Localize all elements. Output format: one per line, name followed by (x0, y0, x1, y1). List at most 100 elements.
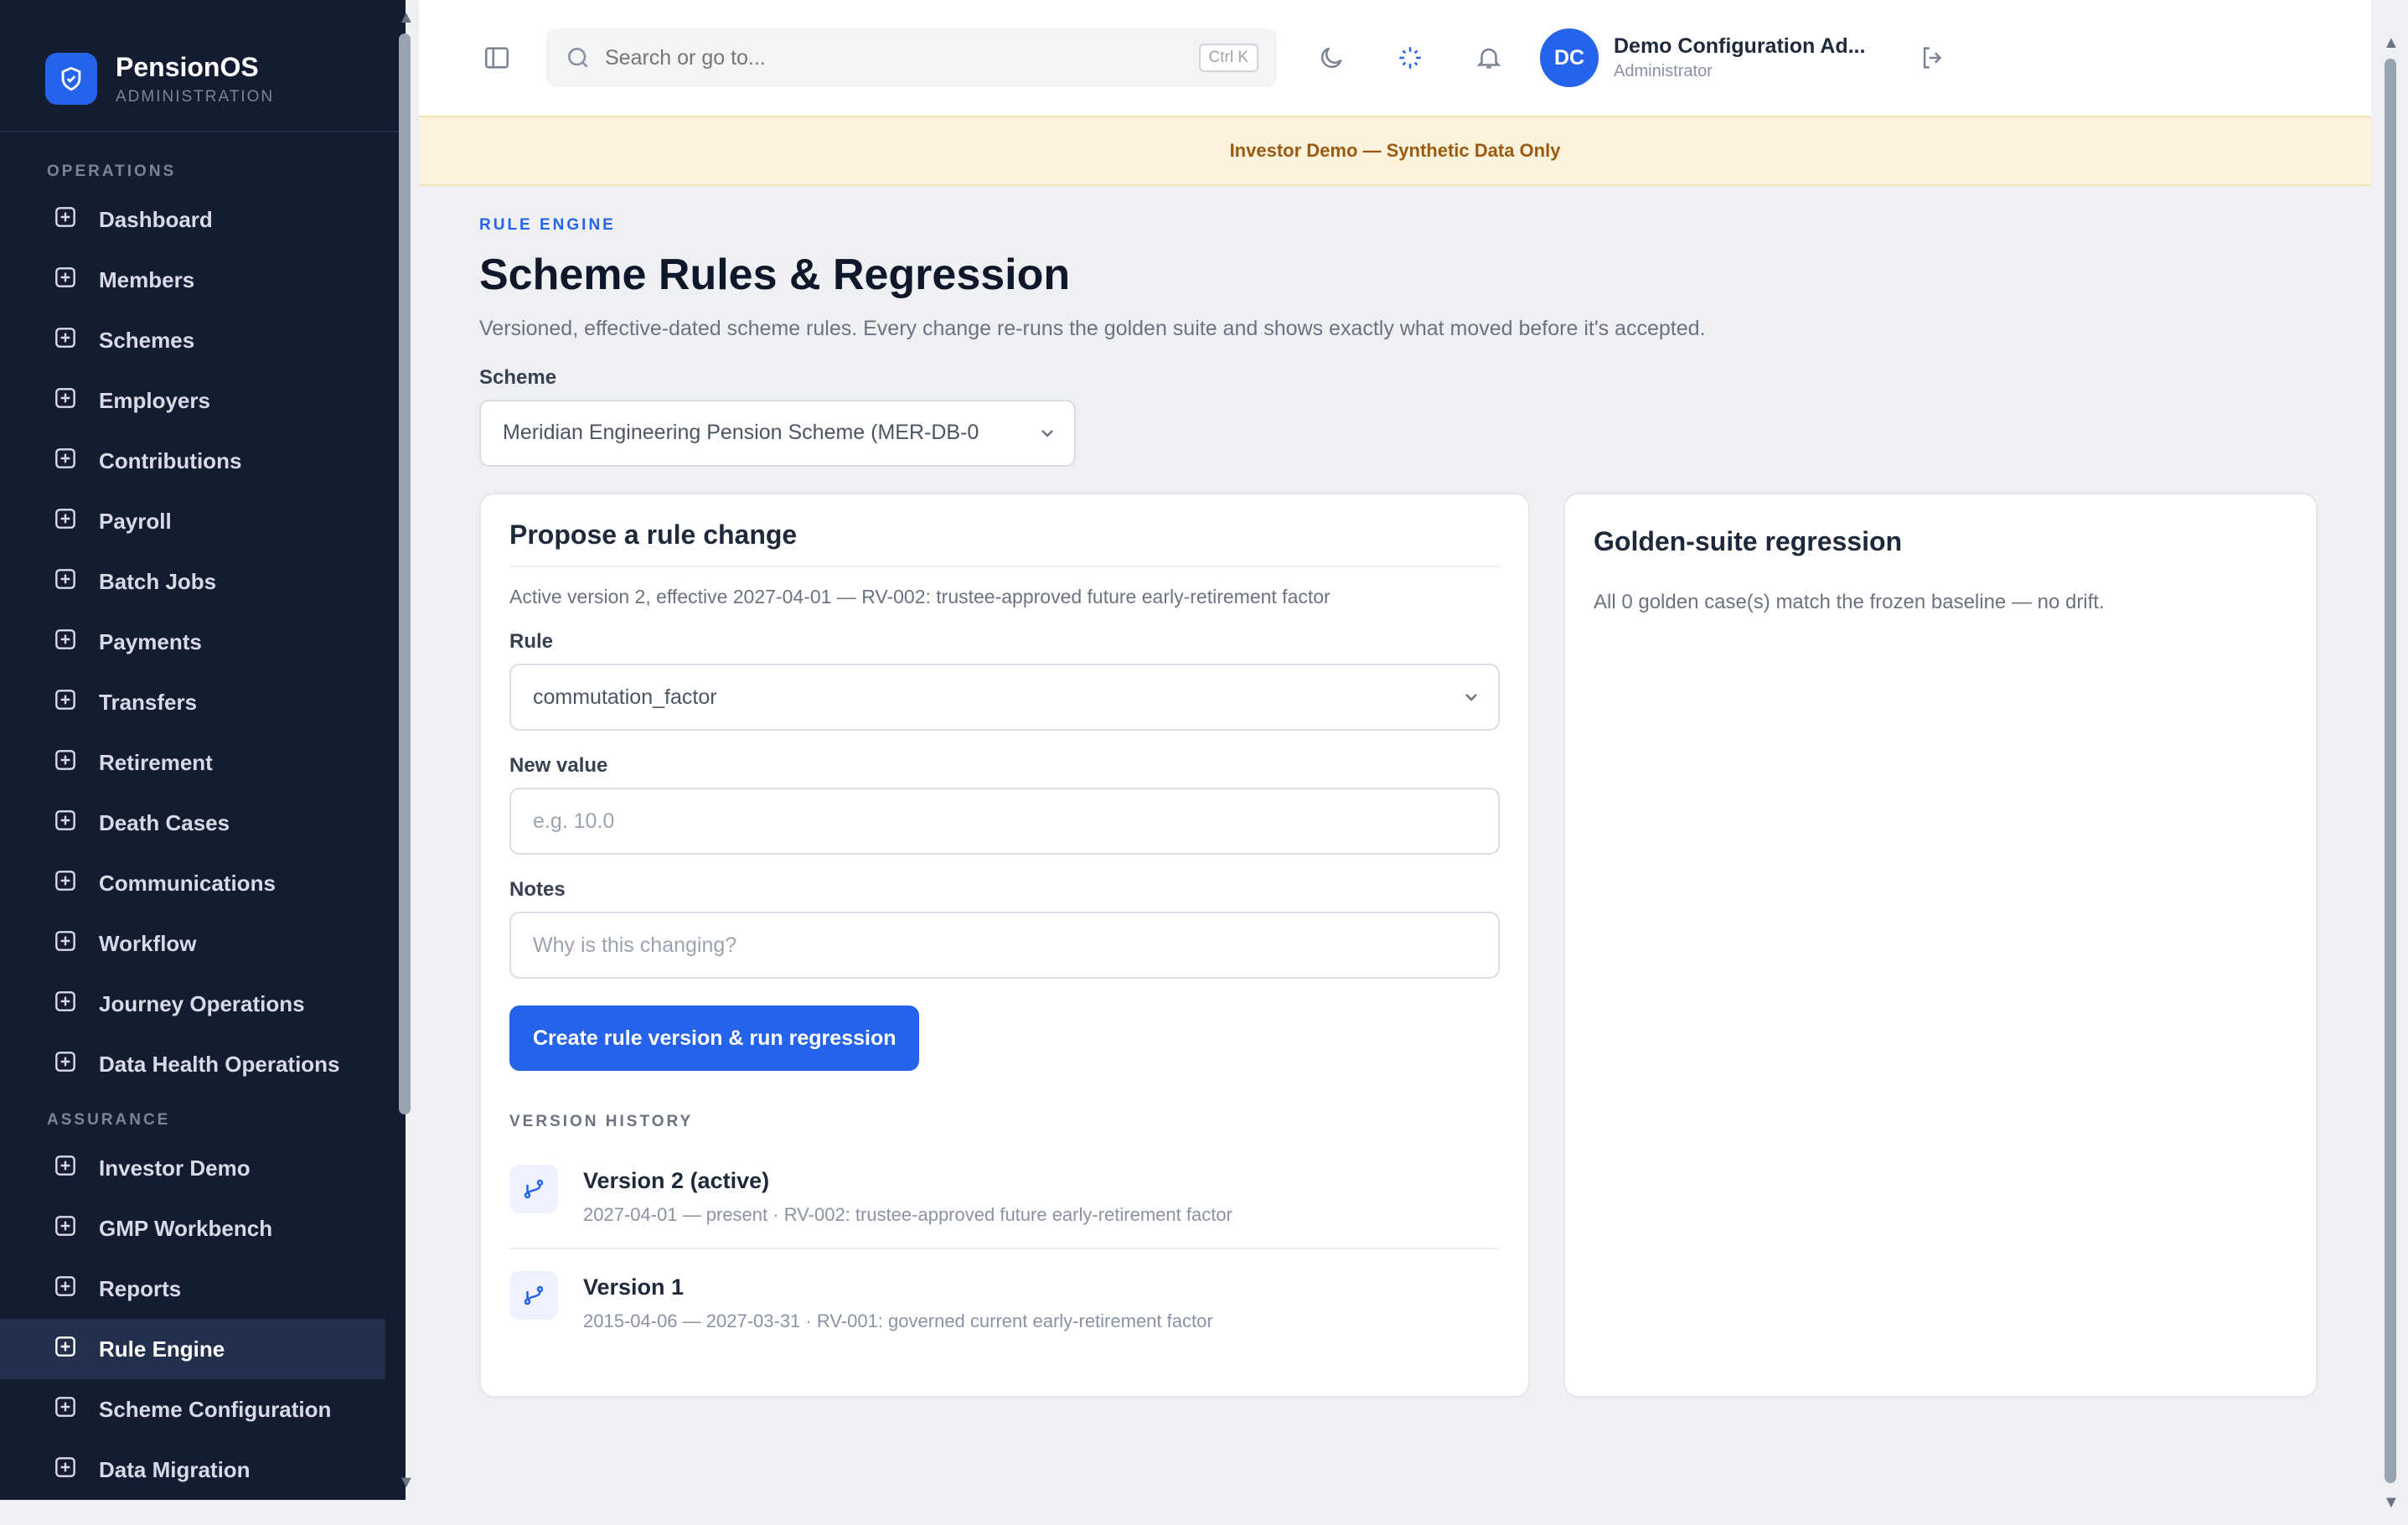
moon-icon[interactable] (1314, 40, 1349, 75)
sidebar-item-payroll[interactable]: Payroll (0, 491, 406, 551)
sidebar-item-label: GMP Workbench (99, 1215, 273, 1241)
activity-icon (52, 988, 79, 1021)
tour-icon[interactable] (1393, 40, 1428, 75)
search-bar[interactable]: Ctrl K (546, 28, 1277, 87)
chevron-down-icon (1465, 694, 1477, 701)
scroll-down-arrow-icon[interactable]: ▼ (2383, 1493, 2400, 1512)
scheme-select[interactable]: Meridian Engineering Pension Scheme (MER… (479, 399, 1076, 467)
propose-title: Propose a rule change (509, 520, 798, 550)
new-value-input[interactable] (509, 788, 1500, 855)
scroll-up-arrow-icon[interactable]: ▲ (398, 8, 415, 28)
sidebar-item-contributions[interactable]: Contributions (0, 431, 406, 491)
user-info[interactable]: Demo Configuration Ad... Administrator (1614, 34, 1865, 81)
search-icon (568, 48, 588, 68)
database-migrate-icon (52, 1454, 79, 1486)
sidebar-item-scheme-configuration[interactable]: Scheme Configuration (0, 1379, 406, 1440)
shield-heart-icon (52, 807, 79, 840)
page-content: RULE ENGINE Scheme Rules & Regression Ve… (419, 186, 2371, 467)
upload-icon (52, 747, 79, 779)
sidebar-item-batch-jobs[interactable]: Batch Jobs (0, 551, 406, 612)
notes-input[interactable] (509, 912, 1500, 979)
coins-icon (52, 445, 79, 478)
search-input[interactable] (605, 45, 1186, 70)
brand-name: PensionOS (116, 51, 259, 82)
golden-status-text: All 0 golden case(s) match the frozen ba… (1594, 591, 2105, 613)
new-value-label: New value (509, 754, 608, 777)
demo-banner: Investor Demo — Synthetic Data Only (419, 116, 2371, 186)
create-version-button[interactable]: Create rule version & run regression (509, 1005, 920, 1071)
sidebar-item-label: Members (99, 266, 195, 292)
sidebar-item-communications[interactable]: Communications (0, 853, 406, 913)
shield-logo-icon (45, 53, 97, 105)
sidebar-item-transfers[interactable]: Transfers (0, 672, 406, 732)
active-version-meta: Active version 2, effective 2027-04-01 —… (509, 586, 1331, 607)
sidebar-item-payments[interactable]: Payments (0, 612, 406, 672)
sidebar-item-death-cases[interactable]: Death Cases (0, 793, 406, 853)
bell-icon[interactable] (1471, 40, 1506, 75)
heart-pulse-icon (52, 1048, 79, 1081)
page-scrollbar[interactable]: ▲ ▼ (2380, 25, 2405, 1512)
sidebar-item-label: Payroll (99, 508, 172, 534)
page-eyebrow: RULE ENGINE (479, 216, 616, 234)
golden-suite-card: Golden-suite regression All 0 golden cas… (1563, 493, 2318, 1398)
dashboard-icon (52, 204, 79, 236)
history-item[interactable]: Version 1 2015-04-06 — 2027-03-31 · RV-0… (509, 1248, 1500, 1354)
git-branch-icon (509, 1165, 558, 1213)
sliders-icon (52, 1393, 79, 1426)
logout-icon[interactable] (1915, 40, 1951, 75)
wallet-icon (52, 626, 79, 659)
brand-subtitle: ADMINISTRATION (116, 87, 275, 106)
receipt-icon (52, 505, 79, 538)
page-description: Versioned, effective-dated scheme rules.… (479, 317, 1706, 340)
history-item[interactable]: Version 2 (active) 2027-04-01 — present … (509, 1143, 1500, 1248)
sidebar-item-data-migration[interactable]: Data Migration (0, 1440, 406, 1500)
user-role: Administrator (1614, 62, 1713, 80)
sidebar-item-retirement[interactable]: Retirement (0, 732, 406, 793)
rule-label: Rule (509, 630, 554, 653)
flask-icon (52, 1212, 79, 1245)
git-branch-icon (52, 1333, 79, 1366)
sidebar-item-label: Data Health Operations (99, 1051, 340, 1077)
sidebar-item-rule-engine[interactable]: Rule Engine (0, 1319, 385, 1379)
sidebar-item-label: Scheme Configuration (99, 1396, 332, 1422)
divider (509, 566, 1500, 567)
sidebar-toggle-icon[interactable] (479, 40, 514, 75)
sidebar: PensionOS ADMINISTRATION OPERATIONS Dash… (0, 0, 406, 1500)
page-scroll-thumb[interactable] (2385, 59, 2396, 1483)
sidebar-item-data-health-operations[interactable]: Data Health Operations (0, 1034, 406, 1094)
sidebar-item-reports[interactable]: Reports (0, 1259, 406, 1319)
scheme-label: Scheme (479, 365, 557, 389)
transfer-icon (52, 686, 79, 719)
sidebar-item-label: Rule Engine (99, 1336, 225, 1362)
sidebar-item-workflow[interactable]: Workflow (0, 913, 406, 974)
mail-icon (52, 867, 79, 900)
sidebar-item-dashboard[interactable]: Dashboard (0, 189, 406, 250)
avatar[interactable]: DC (1540, 28, 1599, 87)
sidebar-item-label: Investor Demo (99, 1155, 251, 1181)
sidebar-item-journey-operations[interactable]: Journey Operations (0, 974, 406, 1034)
sidebar-item-members[interactable]: Members (0, 250, 406, 310)
notes-label: Notes (509, 878, 566, 901)
scroll-up-arrow-icon[interactable]: ▲ (2383, 34, 2400, 53)
calendar-icon (52, 566, 79, 598)
scroll-down-arrow-icon[interactable]: ▼ (398, 1473, 415, 1492)
database-icon (52, 324, 79, 357)
sidebar-scrollbar[interactable]: ▲ ▼ (397, 0, 417, 1500)
section-label-assurance: ASSURANCE (47, 1111, 171, 1129)
sidebar-item-employers[interactable]: Employers (0, 370, 406, 431)
sidebar-item-label: Journey Operations (99, 990, 305, 1016)
sidebar-item-schemes[interactable]: Schemes (0, 310, 406, 370)
sidebar-item-label: Contributions (99, 447, 242, 473)
rule-select[interactable]: commutation_factor (509, 664, 1500, 731)
sidebar-item-label: Workflow (99, 930, 197, 956)
sidebar-item-investor-demo[interactable]: Investor Demo (0, 1138, 406, 1198)
main-area: Ctrl K DC Demo Configuration Ad... Admin… (419, 0, 2371, 1500)
sidebar-item-label: Batch Jobs (99, 568, 217, 594)
history-subtitle: 2027-04-01 — present · RV-002: trustee-a… (583, 1204, 1232, 1225)
chevron-down-icon (1041, 429, 1053, 437)
brand[interactable]: PensionOS ADMINISTRATION (0, 0, 406, 126)
topbar: Ctrl K DC Demo Configuration Ad... Admin… (419, 0, 2371, 116)
sidebar-item-label: Employers (99, 387, 210, 413)
sidebar-item-gmp-workbench[interactable]: GMP Workbench (0, 1198, 406, 1259)
sidebar-scroll-thumb[interactable] (399, 34, 411, 1114)
